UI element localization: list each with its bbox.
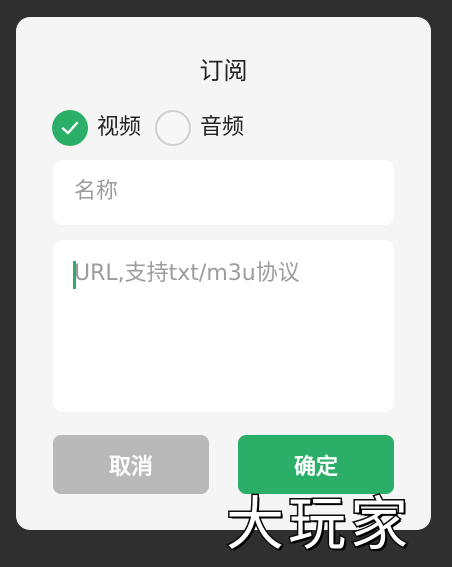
- media-type-radio-group: 视频 音频: [52, 110, 258, 146]
- video-radio[interactable]: [52, 110, 88, 146]
- url-input-placeholder: URL,支持txt/m3u协议: [74, 261, 300, 286]
- name-input[interactable]: 名称: [53, 160, 394, 225]
- confirm-button[interactable]: 确定: [238, 435, 394, 494]
- cancel-button[interactable]: 取消: [53, 435, 209, 494]
- dialog-title: 订阅: [199, 57, 248, 85]
- subscribe-dialog: 订阅 视频 音频 名称 URL,支持txt/m3u协议 取消 确定: [16, 17, 431, 530]
- video-radio-label[interactable]: 视频: [97, 112, 141, 144]
- url-input[interactable]: URL,支持txt/m3u协议: [53, 240, 394, 412]
- name-input-placeholder: 名称: [74, 179, 119, 204]
- watermark-logo: 大玩家: [224, 489, 413, 560]
- audio-radio-label[interactable]: 音频: [200, 112, 244, 144]
- audio-radio[interactable]: [155, 110, 192, 146]
- check-icon: [61, 121, 79, 135]
